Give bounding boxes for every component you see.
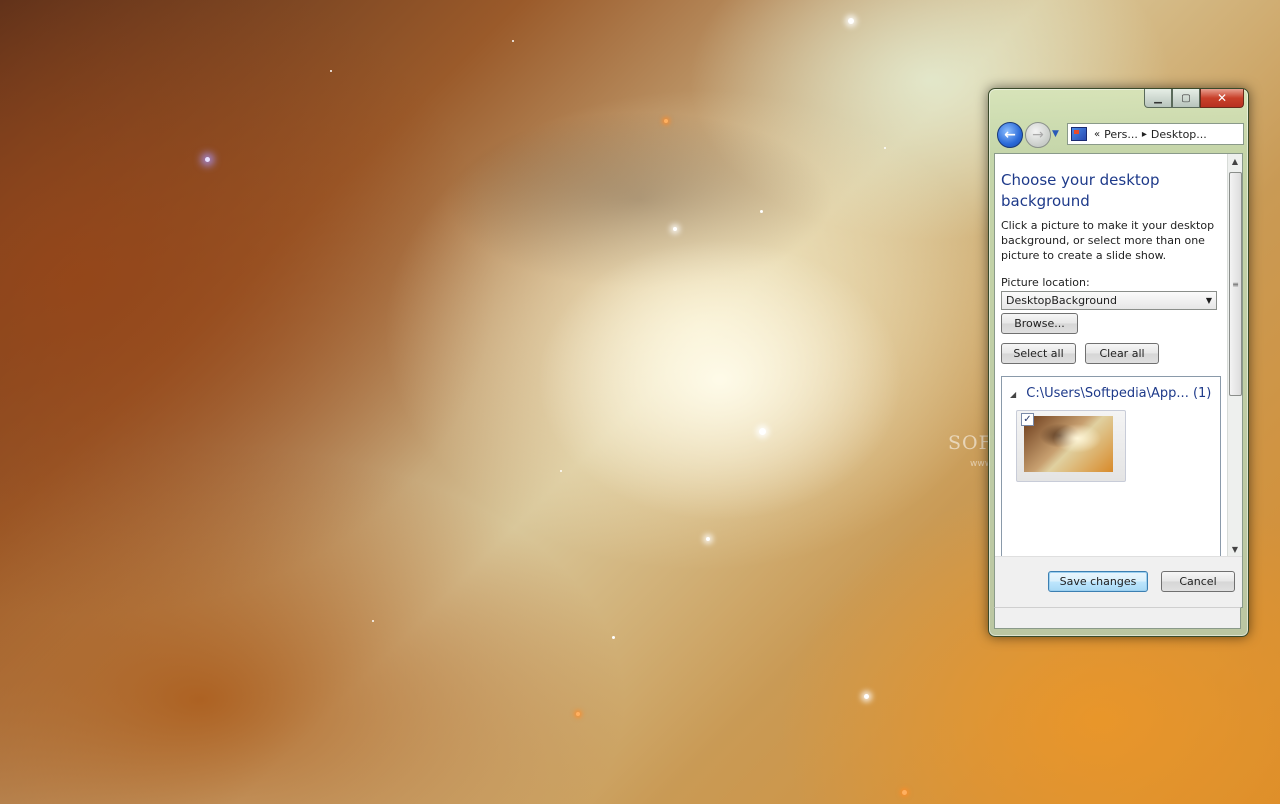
star bbox=[612, 636, 615, 639]
star bbox=[759, 428, 766, 435]
thumbnail-image bbox=[1024, 416, 1113, 472]
content-pane: Choose your desktop background Click a p… bbox=[994, 153, 1243, 608]
browse-button[interactable]: Browse... bbox=[1001, 313, 1078, 334]
star bbox=[673, 227, 677, 231]
navigation-bar: ← → ▼ « Pers... ▸ Desktop... bbox=[997, 121, 1244, 149]
picture-location-select[interactable]: DesktopBackground ▼ bbox=[1001, 291, 1217, 310]
selection-buttons: Select all Clear all bbox=[1001, 343, 1221, 364]
collapse-triangle-icon[interactable]: ◢ bbox=[1010, 390, 1016, 399]
scroll-down-icon[interactable]: ▼ bbox=[1228, 542, 1242, 556]
star bbox=[902, 790, 907, 795]
star bbox=[848, 18, 854, 24]
dialog-footer: Save changes Cancel bbox=[995, 556, 1242, 607]
back-arrow-icon[interactable]: ← bbox=[997, 122, 1023, 148]
close-button[interactable]: ✕ bbox=[1200, 89, 1244, 108]
cancel-button[interactable]: Cancel bbox=[1161, 571, 1235, 592]
content-body: Choose your desktop background Click a p… bbox=[1001, 170, 1221, 364]
scrollbar-thumb[interactable]: ≡ bbox=[1229, 172, 1242, 396]
picture-group-header[interactable]: ◢ C:\Users\Softpedia\App... (1) bbox=[1010, 386, 1211, 401]
star bbox=[864, 694, 869, 699]
star bbox=[560, 470, 562, 472]
breadcrumb-personalization[interactable]: Pers... bbox=[1104, 128, 1138, 141]
minimize-button[interactable]: ▁ bbox=[1144, 89, 1172, 108]
caption-buttons: ▁ ▢ ✕ bbox=[1144, 89, 1244, 109]
breadcrumb-desktop-background[interactable]: Desktop... bbox=[1151, 128, 1207, 141]
status-bar bbox=[994, 607, 1241, 629]
vertical-scrollbar[interactable]: ▲ ≡ ▼ bbox=[1227, 154, 1242, 556]
star bbox=[576, 712, 580, 716]
star bbox=[330, 70, 332, 72]
scroll-up-icon[interactable]: ▲ bbox=[1228, 154, 1242, 168]
control-panel-icon bbox=[1071, 127, 1087, 141]
clear-all-button[interactable]: Clear all bbox=[1085, 343, 1159, 364]
picture-location-label: Picture location: bbox=[1001, 276, 1090, 289]
picture-list: ◢ C:\Users\Softpedia\App... (1) ✓ bbox=[1001, 376, 1221, 562]
picture-group-path: C:\Users\Softpedia\App... bbox=[1026, 386, 1189, 401]
desktop-background-window: ▁ ▢ ✕ ← → ▼ « Pers... ▸ Desktop... Choos… bbox=[988, 88, 1249, 637]
breadcrumb-separator-icon[interactable]: ▸ bbox=[1142, 129, 1147, 140]
star bbox=[205, 157, 210, 162]
save-changes-button[interactable]: Save changes bbox=[1048, 571, 1148, 592]
star bbox=[760, 210, 763, 213]
chevron-down-icon: ▼ bbox=[1205, 296, 1212, 305]
star bbox=[372, 620, 374, 622]
forward-arrow-icon[interactable]: → bbox=[1025, 122, 1051, 148]
star bbox=[884, 147, 886, 149]
page-title: Choose your desktop background bbox=[1001, 171, 1160, 210]
picture-location-value: DesktopBackground bbox=[1006, 294, 1117, 307]
star bbox=[664, 119, 668, 123]
address-bar[interactable]: « Pers... ▸ Desktop... bbox=[1067, 123, 1244, 145]
page-description: Click a picture to make it your desktop … bbox=[1001, 219, 1215, 262]
select-all-button[interactable]: Select all bbox=[1001, 343, 1076, 364]
breadcrumb-overflow[interactable]: « bbox=[1094, 129, 1100, 140]
recent-pages-dropdown-icon[interactable]: ▼ bbox=[1052, 129, 1059, 139]
star bbox=[706, 537, 710, 541]
picture-thumbnail[interactable]: ✓ bbox=[1016, 410, 1126, 482]
picture-group-count: (1) bbox=[1192, 386, 1212, 401]
maximize-button[interactable]: ▢ bbox=[1172, 89, 1200, 108]
thumbnail-checkbox[interactable]: ✓ bbox=[1021, 413, 1034, 426]
star bbox=[512, 40, 514, 42]
